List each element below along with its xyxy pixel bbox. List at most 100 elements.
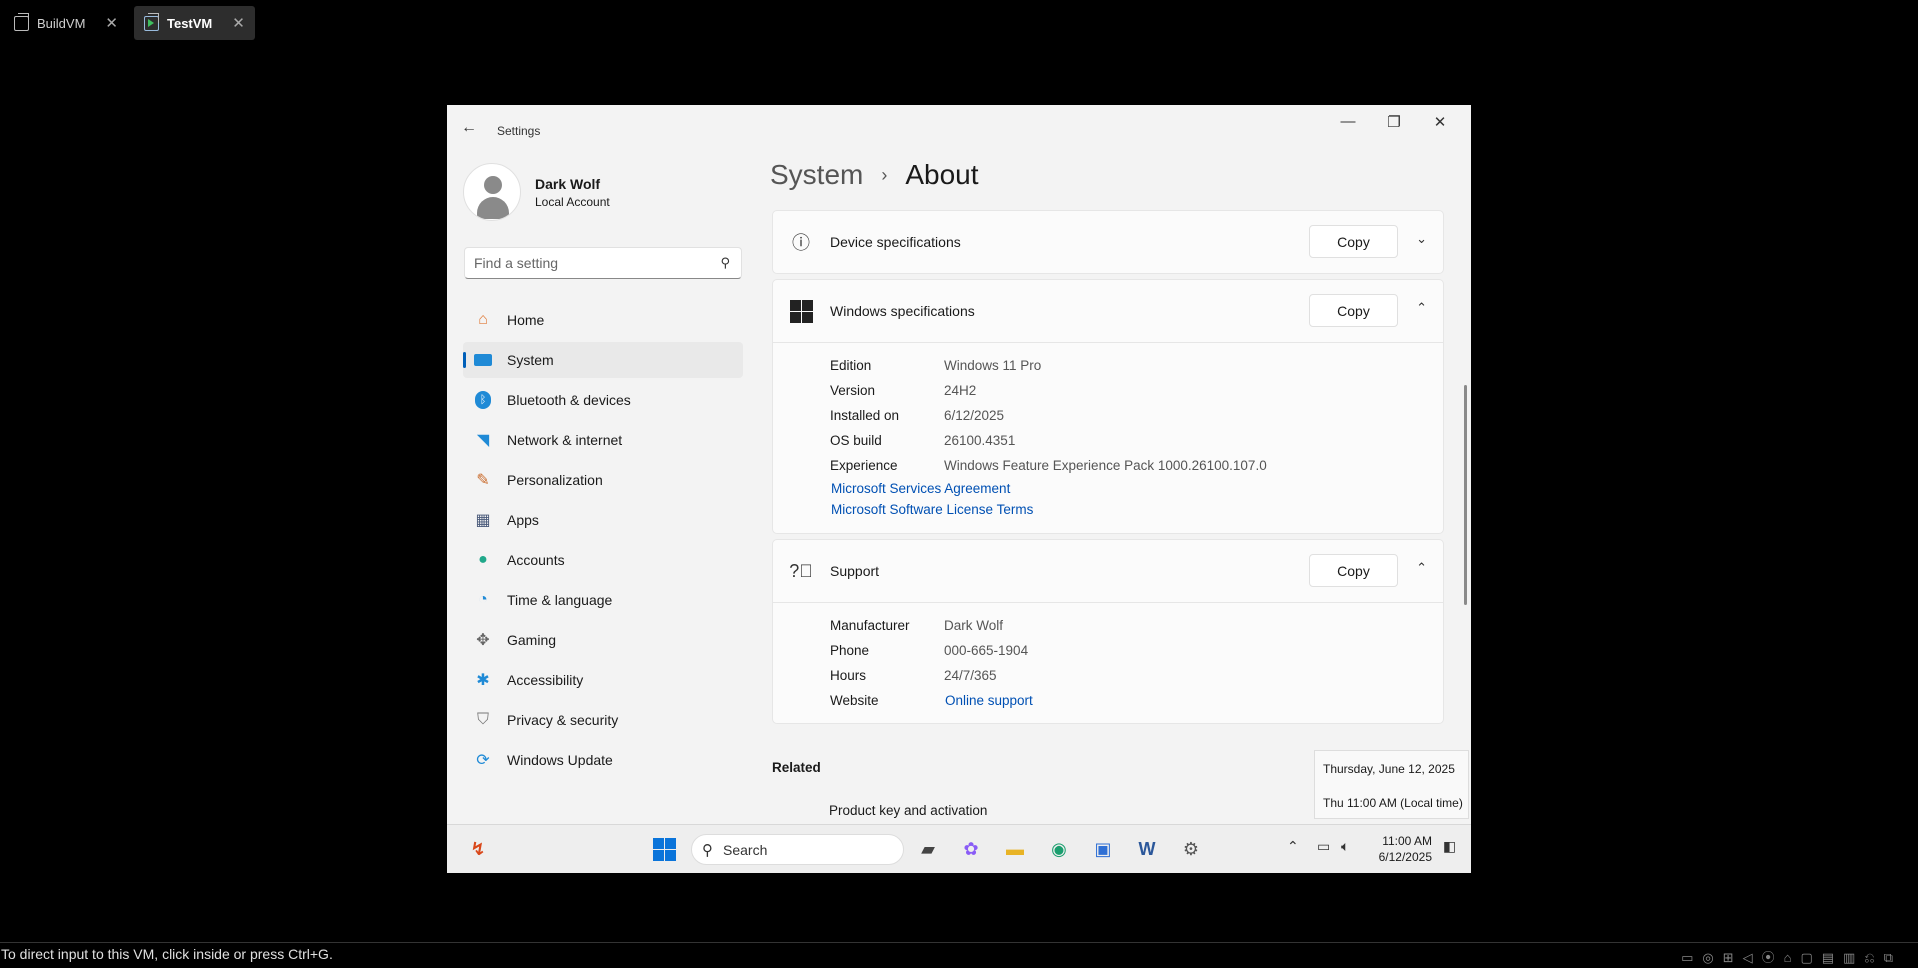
taskbar-search[interactable]: ⚲ Search bbox=[691, 834, 904, 865]
sidebar-item-windows-update[interactable]: ⟳ Windows Update bbox=[463, 742, 743, 778]
notification-icon[interactable]: ◧ bbox=[1443, 838, 1456, 855]
support-card: ?⃝ Support Copy ⌃ Manufacturer Dark Wolf … bbox=[772, 539, 1444, 724]
app-logo-icon[interactable]: ↯ bbox=[465, 836, 491, 862]
chevron-down-icon[interactable]: ⌄ bbox=[1416, 231, 1427, 247]
tooltip-time: Thu 11:00 AM (Local time) bbox=[1323, 796, 1463, 810]
profile[interactable]: Dark Wolf Local Account bbox=[463, 163, 610, 221]
network-icon[interactable]: ▭ bbox=[1317, 838, 1330, 855]
sidebar-item-apps[interactable]: ▦ Apps bbox=[463, 502, 743, 538]
apps-icon: ▦ bbox=[475, 512, 491, 529]
vm-running-icon bbox=[144, 12, 159, 31]
copilot-icon[interactable]: ✿ bbox=[958, 836, 984, 862]
status-text: To direct input to this VM, click inside… bbox=[1, 946, 333, 962]
spec-value: Windows 11 Pro bbox=[944, 358, 1042, 373]
chevron-up-icon[interactable]: ⌃ bbox=[1416, 560, 1427, 576]
spec-row: Edition Windows 11 Pro bbox=[830, 353, 1443, 378]
windows-specs-body: Edition Windows 11 Pro Version 24H2 Instal… bbox=[773, 342, 1443, 533]
sidebar-item-label: Personalization bbox=[507, 472, 603, 488]
minimize-icon[interactable]: — bbox=[1325, 113, 1371, 130]
sidebar-item-label: Windows Update bbox=[507, 752, 613, 768]
windows-specs-card: Windows specifications Copy ⌃ Edition Win… bbox=[772, 279, 1444, 534]
chevron-up-icon[interactable]: ⌃ bbox=[1287, 838, 1299, 855]
sidebar-item-label: Accounts bbox=[507, 552, 565, 568]
spec-row: Version 24H2 bbox=[830, 378, 1443, 403]
windows-logo-icon bbox=[789, 299, 813, 323]
chevron-up-icon[interactable]: ⌃ bbox=[1416, 300, 1427, 316]
taskbar-search-label: Search bbox=[723, 841, 768, 858]
scrollbar[interactable] bbox=[1464, 385, 1467, 605]
license-terms-link[interactable]: Microsoft Software License Terms bbox=[831, 502, 1443, 523]
spec-key: OS build bbox=[830, 433, 882, 448]
sidebar-item-time-language[interactable]: ◔ Time & language bbox=[463, 582, 743, 618]
tooltip-date: Thursday, June 12, 2025 bbox=[1323, 762, 1455, 776]
sidebar-item-accessibility[interactable]: ✱ Accessibility bbox=[463, 662, 743, 698]
support-header[interactable]: ?⃝ Support Copy ⌃ bbox=[773, 540, 1443, 602]
breadcrumb-system[interactable]: System bbox=[770, 159, 863, 191]
device-specs-card: ⓘ Device specifications Copy ⌄ bbox=[772, 210, 1444, 274]
sidebar-item-bluetooth[interactable]: ᛒ Bluetooth & devices bbox=[463, 382, 743, 418]
chevron-right-icon: › bbox=[881, 164, 888, 185]
support-row: Phone 000-665-1904 bbox=[830, 638, 1443, 663]
back-arrow-icon[interactable]: ← bbox=[461, 119, 477, 137]
search-icon: ⚲ bbox=[720, 255, 730, 270]
services-agreement-link[interactable]: Microsoft Services Agreement bbox=[831, 481, 1443, 502]
vm-window-icon bbox=[14, 12, 29, 31]
device-specs-header[interactable]: ⓘ Device specifications Copy ⌄ bbox=[773, 211, 1443, 273]
breadcrumb: System › About bbox=[770, 159, 979, 191]
sidebar-item-gaming[interactable]: ✥ Gaming bbox=[463, 622, 743, 658]
spec-value: 26100.4351 bbox=[944, 433, 1016, 448]
support-row: Hours 24/7/365 bbox=[830, 663, 1443, 688]
wifi-icon: ◥ bbox=[476, 432, 490, 449]
search-input[interactable]: Find a setting ⚲ bbox=[464, 247, 742, 279]
profile-name: Dark Wolf bbox=[535, 175, 601, 192]
spec-row: Installed on 6/12/2025 bbox=[830, 403, 1443, 428]
windows-specs-header[interactable]: Windows specifications Copy ⌃ bbox=[773, 280, 1443, 342]
sidebar-item-personalization[interactable]: ✎ Personalization bbox=[463, 462, 743, 498]
copy-support-button[interactable]: Copy bbox=[1309, 554, 1398, 587]
volume-icon[interactable]: 🔈︎ bbox=[1341, 838, 1349, 855]
system-icon bbox=[473, 350, 493, 370]
shield-icon: ⛉ bbox=[476, 711, 489, 728]
word-icon[interactable]: W bbox=[1134, 836, 1160, 862]
store-icon[interactable]: ▣ bbox=[1090, 836, 1116, 862]
clock-date: 6/12/2025 bbox=[1378, 850, 1432, 864]
vm-tab-buildvm[interactable]: BuildVM ✕ bbox=[4, 6, 128, 40]
sidebar-item-system[interactable]: System bbox=[463, 342, 743, 378]
account-type: Local Account bbox=[535, 194, 610, 209]
vm-tab-testvm[interactable]: TestVM ✕ bbox=[134, 6, 255, 40]
task-view-icon[interactable]: ▰ bbox=[915, 836, 941, 862]
start-icon[interactable] bbox=[651, 836, 677, 862]
support-value: Dark Wolf bbox=[944, 618, 1004, 633]
sidebar-item-accounts[interactable]: ● Accounts bbox=[463, 542, 743, 578]
brush-icon: ✎ bbox=[476, 472, 490, 489]
vm-tab-label: BuildVM bbox=[37, 15, 86, 31]
person-icon: ● bbox=[478, 551, 488, 568]
clock-tooltip: Thursday, June 12, 2025 Thu 11:00 AM (Lo… bbox=[1314, 750, 1469, 819]
update-icon: ⟳ bbox=[476, 752, 490, 769]
sidebar-item-home[interactable]: ⌂ Home bbox=[463, 302, 743, 338]
globe-clock-icon: ◔ bbox=[478, 591, 488, 608]
sidebar-item-label: Gaming bbox=[507, 632, 557, 648]
online-support-link[interactable]: Online support bbox=[945, 693, 1033, 708]
restore-icon[interactable]: ❐ bbox=[1371, 113, 1417, 131]
settings-gear-icon[interactable]: ⚙ bbox=[1178, 836, 1204, 862]
file-explorer-icon[interactable]: ▬ bbox=[1002, 836, 1028, 862]
close-icon[interactable]: ✕ bbox=[105, 14, 118, 32]
copy-device-specs-button[interactable]: Copy bbox=[1309, 225, 1398, 258]
close-icon[interactable]: ✕ bbox=[1417, 113, 1463, 131]
sidebar-item-privacy[interactable]: ⛉ Privacy & security bbox=[463, 702, 743, 738]
support-row: Website Online support bbox=[830, 688, 1443, 713]
support-key: Hours bbox=[830, 668, 867, 683]
search-placeholder: Find a setting bbox=[474, 255, 559, 271]
support-key: Manufacturer bbox=[830, 618, 910, 633]
edge-icon[interactable]: ◉ bbox=[1046, 836, 1072, 862]
taskbar-clock[interactable]: 11:00 AM 6/12/2025 bbox=[1370, 833, 1432, 865]
support-key: Phone bbox=[830, 643, 870, 658]
spec-row: OS build 26100.4351 bbox=[830, 428, 1443, 453]
sidebar-item-label: Home bbox=[507, 312, 545, 328]
sidebar-item-network[interactable]: ◥ Network & internet bbox=[463, 422, 743, 458]
close-icon[interactable]: ✕ bbox=[232, 14, 245, 32]
copy-windows-specs-button[interactable]: Copy bbox=[1309, 294, 1398, 327]
status-icons: ▭◎⊞◁⦿⌂▢▤▥⎌⧉ bbox=[1681, 950, 1902, 965]
sidebar-nav: ⌂ Home System ᛒ Bluetooth & devices ◥ Ne… bbox=[463, 302, 743, 782]
